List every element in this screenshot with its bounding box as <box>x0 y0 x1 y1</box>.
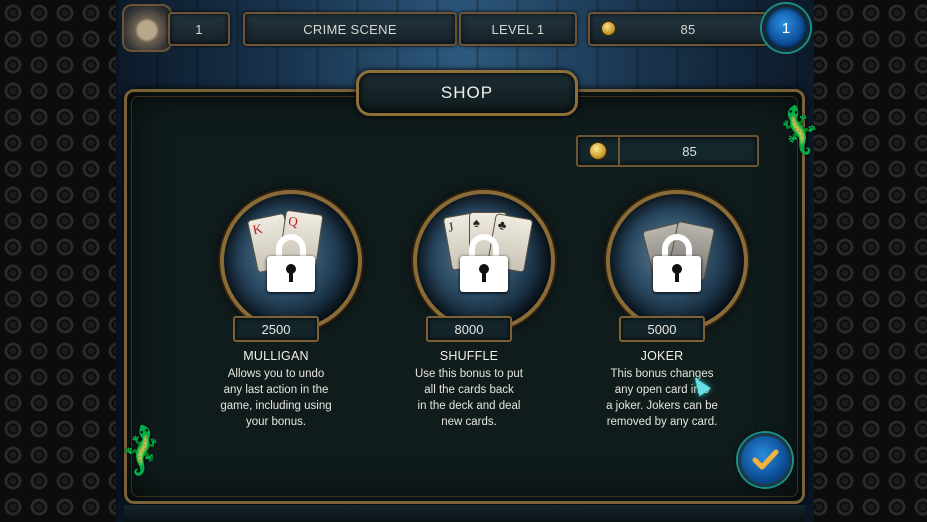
lock-icon <box>460 234 508 292</box>
mulligan-price: 2500 <box>233 316 319 342</box>
shuffle-price-value: 8000 <box>454 321 484 337</box>
player-level-value: 1 <box>195 21 203 37</box>
level-display: LEVEL 1 <box>459 12 577 46</box>
location-name: CRIME SCENE <box>303 21 397 37</box>
coin-icon <box>601 21 616 36</box>
hud-coin-value: 85 <box>680 21 696 37</box>
shuffle-name: SHUFFLE <box>439 349 499 363</box>
shop-title-tab: SHOP <box>356 70 578 116</box>
mulligan-orb: K Q <box>220 190 362 332</box>
shuffle-price: 8000 <box>426 316 512 342</box>
checkmark-icon <box>752 449 779 470</box>
coin-icon <box>589 142 607 160</box>
mulligan-description: Allows you to undo any last action in th… <box>220 368 332 428</box>
joker-price: 5000 <box>619 316 705 342</box>
coin-cell <box>578 137 620 165</box>
bonus-item-joker[interactable]: 5000 JOKER This bonus changes any open c… <box>582 190 772 440</box>
joker-orb <box>606 190 748 332</box>
hint-counter-button[interactable]: 1 <box>762 4 810 52</box>
joker-name: JOKER <box>640 349 684 363</box>
lock-icon <box>267 234 315 292</box>
hint-count: 1 <box>781 19 791 37</box>
mulligan-name: MULLIGAN <box>243 349 309 363</box>
shop-coin-value: 85 <box>682 143 697 159</box>
shuffle-orb: J ♠ ♣ <box>413 190 555 332</box>
shuffle-description: Use this bonus to put all the cards back… <box>414 368 524 428</box>
shop-coin-display: 85 <box>576 135 759 167</box>
player-level-display: 1 <box>168 12 230 46</box>
confirm-button[interactable] <box>738 433 792 487</box>
mulligan-price-value: 2500 <box>261 321 291 337</box>
joker-description: This bonus changes any open card into a … <box>606 368 718 428</box>
player-avatar[interactable] <box>122 4 172 52</box>
bottom-bar <box>124 505 805 522</box>
joker-price-value: 5000 <box>647 321 677 337</box>
bonus-item-mulligan[interactable]: K Q 2500 MULLIGAN Allows you to undo any… <box>196 190 386 440</box>
bonus-item-shuffle[interactable]: J ♠ ♣ 8000 SHUFFLE Use this bonus to put… <box>389 190 579 440</box>
lock-icon <box>653 234 701 292</box>
level-label: LEVEL 1 <box>491 21 545 37</box>
shop-title: SHOP <box>440 83 494 102</box>
location-display: CRIME SCENE <box>243 12 457 46</box>
